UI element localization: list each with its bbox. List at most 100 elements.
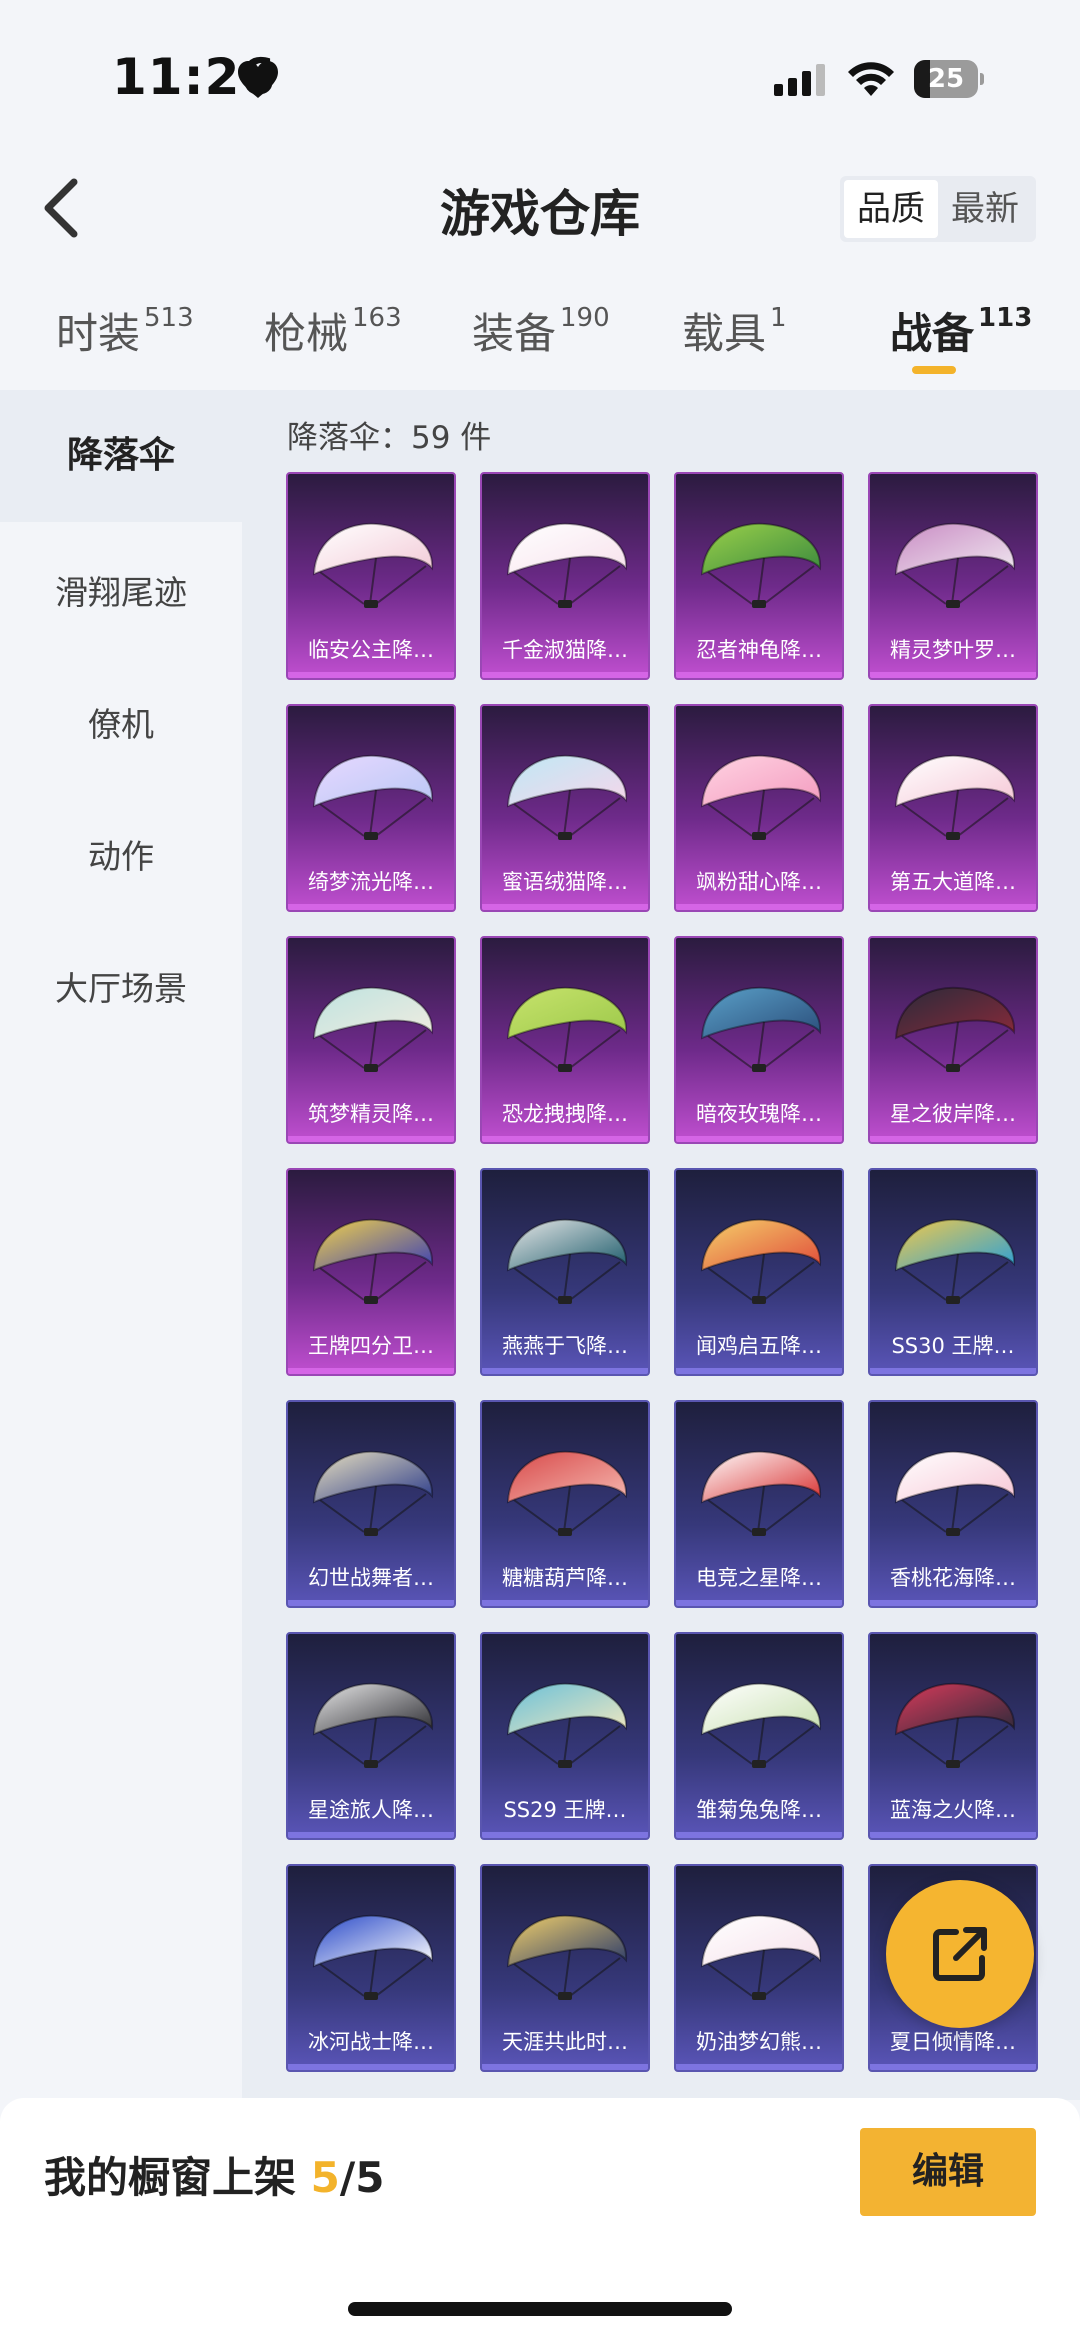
rarity-bar <box>676 1832 842 1838</box>
parachute-icon <box>506 986 628 1072</box>
rarity-bar <box>676 672 842 678</box>
item-name: 恐龙拽拽降… <box>502 1102 628 1126</box>
item-name: 奶油梦幻熊… <box>696 2030 822 2054</box>
rarity-bar <box>676 1368 842 1374</box>
item-card[interactable]: 闻鸡启五降… <box>674 1168 844 1376</box>
item-card[interactable]: SS29 王牌… <box>480 1632 650 1840</box>
rarity-bar <box>676 2064 842 2070</box>
parachute-icon <box>700 754 822 840</box>
item-card[interactable]: 恐龙拽拽降… <box>480 936 650 1144</box>
parachute-icon <box>894 1218 1016 1304</box>
rarity-bar <box>870 1368 1036 1374</box>
item-card[interactable]: 蜜语绒猫降… <box>480 704 650 912</box>
sidebar-item-lobby-scene[interactable]: 大厅场景 <box>0 962 242 1010</box>
item-card[interactable]: 第五大道降… <box>868 704 1038 912</box>
item-name: 忍者神龟降… <box>696 638 822 662</box>
parachute-icon <box>312 522 434 608</box>
parachute-icon <box>700 1218 822 1304</box>
item-card[interactable]: 星之彼岸降… <box>868 936 1038 1144</box>
item-name: 千金淑猫降… <box>502 638 628 662</box>
rarity-bar <box>676 904 842 910</box>
cellular-signal-icon <box>774 64 825 96</box>
sidebar-item-wingman[interactable]: 僚机 <box>0 698 242 746</box>
sort-by-newest-button[interactable]: 最新 <box>938 180 1032 238</box>
item-card[interactable]: 冰河战士降… <box>286 1864 456 2072</box>
item-card[interactable]: 电竞之星降… <box>674 1400 844 1608</box>
rarity-bar <box>482 904 648 910</box>
parachute-icon <box>700 1682 822 1768</box>
sort-by-quality-button[interactable]: 品质 <box>844 180 938 238</box>
rarity-bar <box>482 672 648 678</box>
sidebar-item-parachute[interactable]: 降落伞 <box>0 390 242 522</box>
parachute-icon <box>312 1450 434 1536</box>
item-card[interactable]: 千金淑猫降… <box>480 472 650 680</box>
tab-weapons[interactable]: 枪械 163 <box>264 300 402 361</box>
item-card[interactable]: 绮梦流光降… <box>286 704 456 912</box>
item-card[interactable]: 筑梦精灵降… <box>286 936 456 1144</box>
parachute-icon <box>506 1914 628 2000</box>
parachute-icon <box>700 1914 822 2000</box>
parachute-icon <box>506 1450 628 1536</box>
rarity-bar <box>870 1832 1036 1838</box>
item-name: 天涯共此时… <box>502 2030 628 2054</box>
tab-equipment[interactable]: 装备 190 <box>472 300 610 361</box>
item-card[interactable]: 天涯共此时… <box>480 1864 650 2072</box>
tab-count: 513 <box>144 303 194 333</box>
item-name: SS29 王牌… <box>503 1798 627 1822</box>
parachute-icon <box>700 522 822 608</box>
item-card[interactable]: 暗夜玫瑰降… <box>674 936 844 1144</box>
item-name: 绮梦流光降… <box>308 870 434 894</box>
rarity-bar <box>288 904 454 910</box>
share-button[interactable] <box>886 1880 1034 2028</box>
rarity-bar <box>676 1136 842 1142</box>
battery-icon: 25 <box>914 60 984 98</box>
item-card[interactable]: 王牌四分卫… <box>286 1168 456 1376</box>
parachute-icon <box>894 986 1016 1072</box>
tab-outfits[interactable]: 时装 513 <box>56 300 194 361</box>
item-card[interactable]: 精灵梦叶罗… <box>868 472 1038 680</box>
edit-button[interactable]: 编辑 <box>860 2128 1036 2216</box>
rarity-bar <box>288 1600 454 1606</box>
item-name: 闻鸡启五降… <box>696 1334 822 1358</box>
rarity-bar <box>482 1600 648 1606</box>
share-icon <box>933 1927 987 1981</box>
sidebar-item-glide-trail[interactable]: 滑翔尾迹 <box>0 566 242 614</box>
item-card[interactable]: 临安公主降… <box>286 472 456 680</box>
rarity-bar <box>482 1832 648 1838</box>
rarity-bar <box>482 1368 648 1374</box>
parachute-icon <box>506 754 628 840</box>
parachute-icon <box>894 754 1016 840</box>
item-card[interactable]: 飒粉甜心降… <box>674 704 844 912</box>
item-card[interactable]: 星途旅人降… <box>286 1632 456 1840</box>
item-card[interactable]: 雏菊兔兔降… <box>674 1632 844 1840</box>
item-card[interactable]: 奶油梦幻熊… <box>674 1864 844 2072</box>
rarity-bar <box>482 2064 648 2070</box>
parachute-icon <box>312 986 434 1072</box>
rarity-bar <box>870 672 1036 678</box>
showcase-label: 我的橱窗上架 5/5 <box>44 2153 385 2202</box>
tab-battle-gear[interactable]: 战备 113 <box>890 300 1032 361</box>
item-card[interactable]: 蓝海之火降… <box>868 1632 1038 1840</box>
rarity-bar <box>870 1600 1036 1606</box>
parachute-icon <box>506 1218 628 1304</box>
item-card[interactable]: 幻世战舞者… <box>286 1400 456 1608</box>
status-bar: 11:26 25 <box>0 0 1080 150</box>
item-name: 星途旅人降… <box>308 1798 434 1822</box>
item-card[interactable]: SS30 王牌… <box>868 1168 1038 1376</box>
item-name: 幻世战舞者… <box>308 1566 434 1590</box>
home-indicator <box>348 2302 732 2316</box>
item-card[interactable]: 忍者神龟降… <box>674 472 844 680</box>
item-name: 临安公主降… <box>308 638 434 662</box>
item-card[interactable]: 香桃花海降… <box>868 1400 1038 1608</box>
item-card[interactable]: 糖糖葫芦降… <box>480 1400 650 1608</box>
sort-toggle: 品质 最新 <box>840 176 1036 242</box>
item-name: 燕燕于飞降… <box>502 1334 628 1358</box>
parachute-icon <box>894 522 1016 608</box>
sidebar-item-emote[interactable]: 动作 <box>0 830 242 878</box>
item-name: SS30 王牌… <box>891 1334 1015 1358</box>
item-card[interactable]: 燕燕于飞降… <box>480 1168 650 1376</box>
rarity-bar <box>870 904 1036 910</box>
item-name: 星之彼岸降… <box>890 1102 1016 1126</box>
tab-vehicles[interactable]: 载具 1 <box>682 300 787 361</box>
tab-count: 190 <box>560 303 610 333</box>
